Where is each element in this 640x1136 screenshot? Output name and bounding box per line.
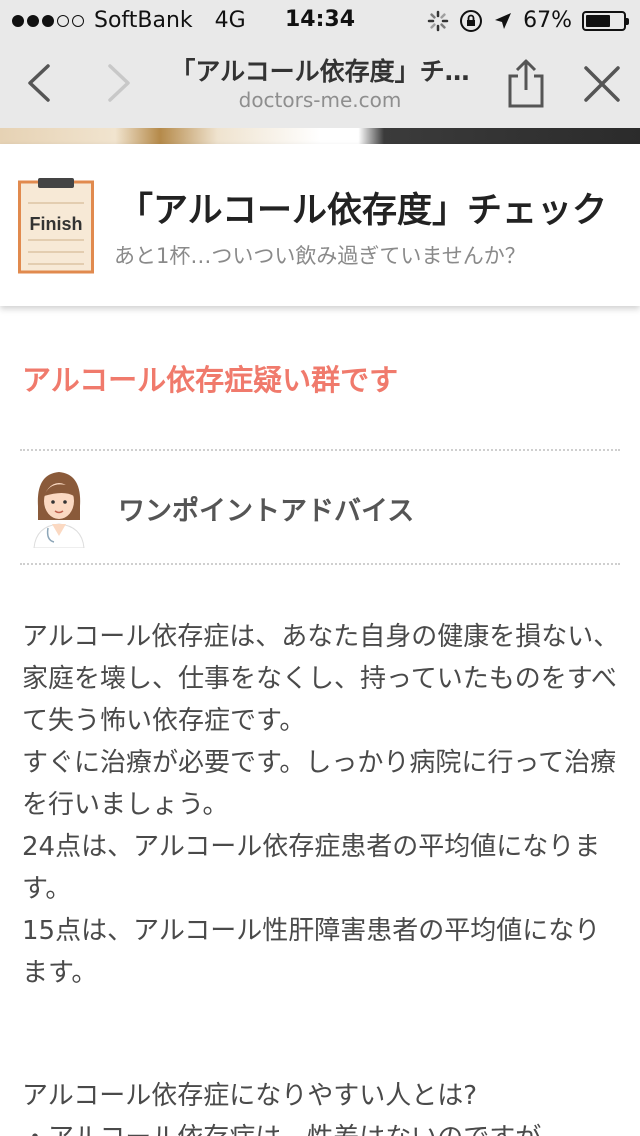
advice-heading: ワンポイントアドバイス [118,496,415,527]
hero-image [0,128,640,144]
advice-paragraph: 24点は、アルコール依存症患者の平均値になります。 [22,832,601,904]
browser-toolbar: 「アルコール依存度」チ… doctors-me.com [0,40,640,128]
clipboard-label: Finish [30,214,83,234]
quiz-header-card: Finish 「アルコール依存度」チェック あと1杯…ついつい飲み過ぎていません… [0,144,640,306]
advice-paragraph: アルコール依存症は、あなた自身の健康を損ない、家庭を壊し、仕事をなくし、持ってい… [22,622,620,736]
divider [20,449,620,451]
advice-paragraph: すぐに治療が必要です。しっかり病院に行って治療を行いましょう。 [22,748,617,820]
rotation-lock-icon [460,9,483,32]
page-title[interactable]: 「アルコール依存度」チ… [150,52,490,88]
section-heading: アルコール依存症になりやすい人とは? [22,1081,478,1111]
advice-body: アルコール依存症は、あなた自身の健康を損ない、家庭を壊し、仕事をなくし、持ってい… [22,616,620,994]
forward-chevron-icon[interactable] [96,58,140,108]
quiz-title: 「アルコール依存度」チェック [118,191,607,231]
status-bar: SoftBank 4G 14:34 67% [0,0,640,40]
back-chevron-icon[interactable] [18,58,62,108]
result-heading: アルコール依存症疑い群です [22,363,399,397]
advice-paragraph: ・アルコール依存症は、性差はないのですが、 [22,1117,620,1136]
url-domain[interactable]: doctors-me.com [150,88,490,112]
loading-spinner-icon [427,10,449,31]
quiz-subtitle: あと1杯…ついつい飲み過ぎていませんか？ [114,244,526,268]
battery-percent: 67% [523,8,572,33]
battery-icon [582,10,629,31]
doctor-avatar-icon [33,472,85,548]
share-icon[interactable] [500,56,552,112]
divider [20,563,620,565]
close-icon[interactable] [578,60,626,108]
clipboard-finish-icon: Finish [18,178,94,274]
advice-next-section: アルコール依存症になりやすい人とは? ・アルコール依存症は、性差はないのですが、 [22,1075,620,1136]
location-arrow-icon [495,12,512,29]
advice-paragraph: 15点は、アルコール性肝障害患者の平均値になります。 [22,916,601,988]
